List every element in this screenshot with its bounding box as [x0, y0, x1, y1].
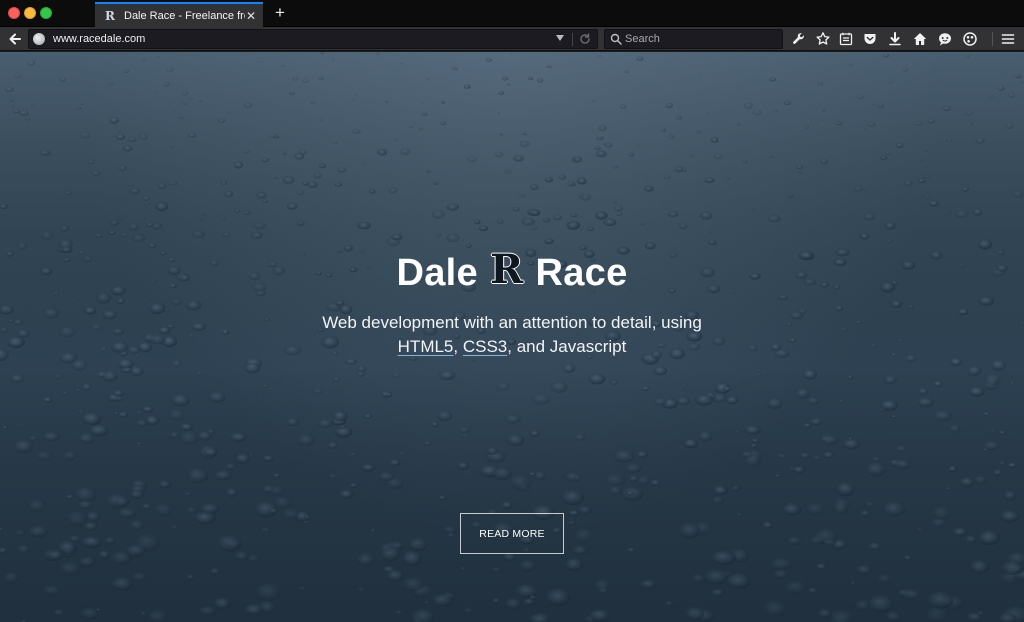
toolbar-divider — [992, 32, 993, 46]
css3-link[interactable]: CSS3 — [463, 337, 507, 356]
extension-icon[interactable] — [962, 31, 978, 47]
bookmark-star-icon[interactable] — [815, 31, 831, 47]
site-title: Dale R Race — [0, 246, 1024, 296]
title-first-name: Dale — [396, 252, 478, 294]
title-last-name: Race — [535, 252, 628, 294]
close-window-button[interactable] — [8, 7, 20, 19]
reading-list-icon[interactable] — [838, 31, 854, 47]
favicon-icon: R — [105, 8, 115, 23]
tagline-line-1: Web development with an attention to det… — [322, 313, 702, 332]
pocket-icon[interactable] — [862, 31, 878, 47]
search-bar[interactable] — [604, 29, 783, 49]
tab-close-button[interactable]: ✕ — [245, 9, 257, 23]
tagline-rest: , and Javascript — [507, 337, 627, 356]
chat-icon[interactable] — [937, 31, 953, 47]
download-icon[interactable] — [887, 31, 903, 47]
search-input[interactable] — [625, 31, 775, 47]
new-tab-button[interactable]: + — [272, 4, 288, 22]
tagline: Web development with an attention to det… — [0, 311, 1024, 359]
back-arrow-icon[interactable] — [7, 31, 23, 47]
tab-title: Dale Race - Freelance front... — [124, 9, 245, 22]
url-history-dropdown-icon[interactable] — [556, 35, 564, 41]
zoom-window-button[interactable] — [40, 7, 52, 19]
site-identity-icon[interactable] — [33, 33, 45, 45]
reload-icon[interactable] — [578, 32, 592, 46]
hero-section: Dale R Race Web development with an attent… — [0, 52, 1024, 622]
menu-icon[interactable] — [1000, 31, 1016, 47]
url-divider — [572, 33, 573, 46]
minimize-window-button[interactable] — [24, 7, 36, 19]
tab-active[interactable]: R Dale Race - Freelance front... ✕ — [95, 2, 263, 27]
wrench-icon[interactable] — [791, 31, 807, 47]
url-text[interactable]: www.racedale.com — [53, 33, 145, 45]
read-more-button[interactable]: READ MORE — [460, 513, 564, 554]
tab-strip: R Dale Race - Freelance front... ✕ + — [0, 0, 1024, 27]
tagline-comma: , — [453, 337, 463, 356]
navigation-toolbar: www.racedale.com — [0, 27, 1024, 51]
html5-link[interactable]: HTML5 — [398, 337, 454, 356]
logo-mark-icon: R — [489, 246, 524, 293]
search-icon — [610, 33, 622, 45]
url-bar[interactable]: www.racedale.com — [28, 29, 598, 49]
home-icon[interactable] — [912, 31, 928, 47]
